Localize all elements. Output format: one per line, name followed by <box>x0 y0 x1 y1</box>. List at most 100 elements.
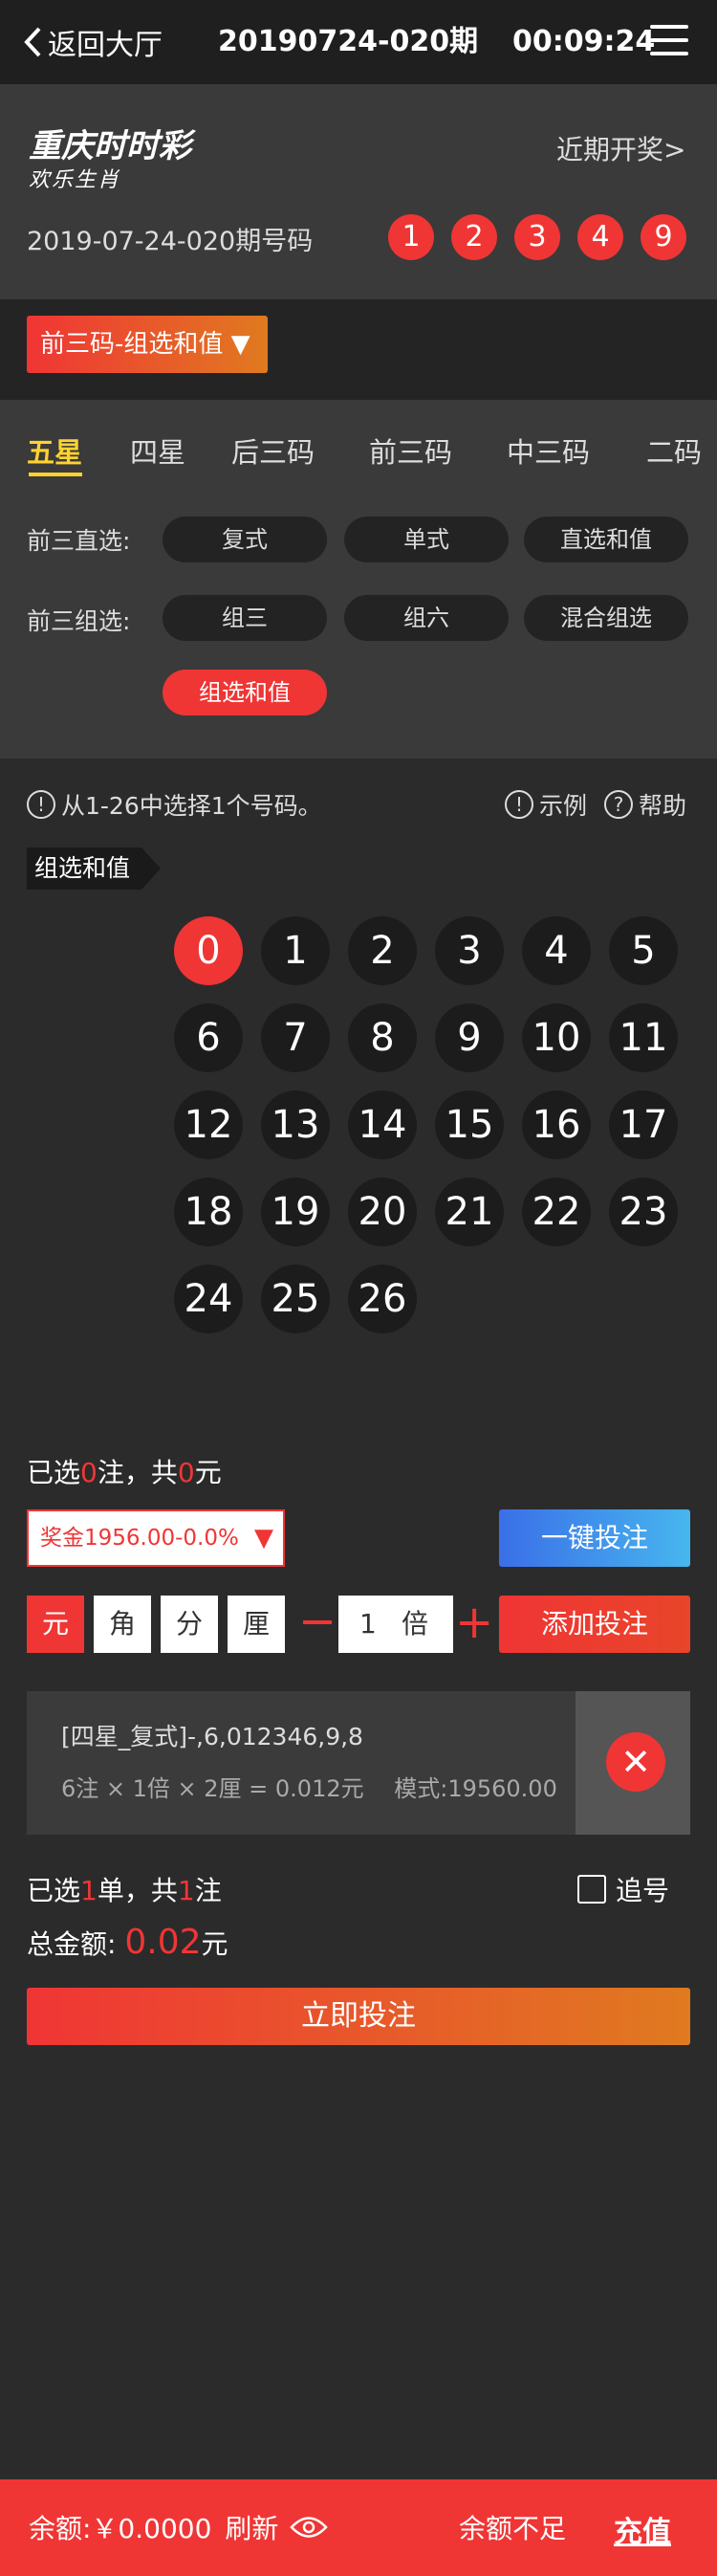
section-tag: 组选和值 <box>27 848 162 890</box>
draw-ball: 3 <box>514 214 560 260</box>
total-label: 总金额: <box>27 1928 117 1960</box>
number-ball-12[interactable]: 12 <box>174 1090 243 1159</box>
tab-two[interactable]: 二码 <box>646 430 702 471</box>
number-ball-18[interactable]: 18 <box>174 1178 243 1246</box>
number-ball-10[interactable]: 10 <box>522 1003 591 1072</box>
hint-text: 从1-26中选择1个号码。 <box>61 792 322 820</box>
insufficient-balance-text: 余额不足 <box>459 2513 567 2544</box>
number-ball-5[interactable]: 5 <box>609 916 678 985</box>
period-title: 20190724-020期 <box>218 25 479 58</box>
increase-multiplier-button[interactable]: + <box>455 1597 493 1651</box>
number-ball-2[interactable]: 2 <box>348 916 417 985</box>
total-amount: 总金额: 0.02元 <box>27 1923 228 1962</box>
summary-suffix: 元 <box>194 1457 222 1488</box>
option-danshi[interactable]: 单式 <box>344 517 509 562</box>
balance-display: 余额:￥0.0000 刷新 <box>29 2508 329 2546</box>
submit-bet-button[interactable]: 立即投注 <box>27 1988 690 2045</box>
draw-ball: 2 <box>451 214 497 260</box>
option-fushi[interactable]: 复式 <box>163 517 327 562</box>
bet-detail: 6注 × 1倍 × 2厘 = 0.012元 模式:19560.00 <box>61 1775 557 1802</box>
tab-four-star[interactable]: 四星 <box>130 430 185 471</box>
number-ball-13[interactable]: 13 <box>261 1090 330 1159</box>
number-ball-9[interactable]: 9 <box>435 1003 504 1072</box>
number-ball-14[interactable]: 14 <box>348 1090 417 1159</box>
number-ball-15[interactable]: 15 <box>435 1090 504 1159</box>
quick-bet-button[interactable]: 一键投注 <box>499 1509 690 1567</box>
draw-ball: 1 <box>388 214 434 260</box>
order-summary: 已选1单，共1注 <box>27 1870 222 1908</box>
number-ball-23[interactable]: 23 <box>609 1178 678 1246</box>
multiplier-input[interactable]: 1 倍 <box>338 1596 453 1653</box>
countdown-timer: 00:09:24 <box>512 25 656 58</box>
direct-row-label: 前三直选: <box>27 527 131 555</box>
number-ball-17[interactable]: 17 <box>609 1090 678 1159</box>
bet-content: [四星_复式]-,6,012346,9,8 <box>61 1723 363 1750</box>
multiplier-value: 1 <box>359 1608 377 1640</box>
number-ball-7[interactable]: 7 <box>261 1003 330 1072</box>
total-value: 0.02 <box>124 1923 202 1962</box>
tab-middle-three[interactable]: 中三码 <box>507 430 590 471</box>
chase-label: 追号 <box>616 1875 670 1906</box>
delete-bet-icon[interactable]: ✕ <box>606 1732 665 1792</box>
logo-main-text: 重庆时时彩 <box>29 127 191 165</box>
example-link[interactable]: ! 示例 <box>505 787 587 822</box>
number-ball-19[interactable]: 19 <box>261 1178 330 1246</box>
unit-fen[interactable]: 分 <box>161 1596 218 1653</box>
number-ball-26[interactable]: 26 <box>348 1265 417 1333</box>
prize-mode-select[interactable]: 奖金1956.00-0.0% ▼ <box>27 1509 285 1567</box>
number-ball-4[interactable]: 4 <box>522 916 591 985</box>
number-ball-6[interactable]: 6 <box>174 1003 243 1072</box>
option-group-six[interactable]: 组六 <box>344 595 509 641</box>
option-direct-sum[interactable]: 直选和值 <box>524 517 688 562</box>
chevron-left-icon <box>24 27 41 57</box>
number-ball-16[interactable]: 16 <box>522 1090 591 1159</box>
number-ball-22[interactable]: 22 <box>522 1178 591 1246</box>
number-ball-11[interactable]: 11 <box>609 1003 678 1072</box>
info-icon: ! <box>27 790 55 819</box>
multiplier-label: 倍 <box>402 1608 429 1640</box>
number-ball-1[interactable]: 1 <box>261 916 330 985</box>
selection-summary: 已选0注，共0元 <box>27 1452 222 1490</box>
recent-draws-link[interactable]: 近期开奖> <box>556 129 685 167</box>
selected-count: 0 <box>80 1457 98 1488</box>
tab-last-three[interactable]: 后三码 <box>231 430 315 471</box>
unit-yuan[interactable]: 元 <box>27 1596 84 1653</box>
refresh-button[interactable]: 刷新 <box>225 2508 278 2546</box>
recharge-link[interactable]: 充值 <box>614 2508 671 2550</box>
dropdown-arrow-icon: ▼ <box>254 1524 273 1552</box>
draw-number-label: 2019-07-24-020期号码 <box>27 227 314 256</box>
number-ball-0[interactable]: 0 <box>174 916 243 985</box>
number-ball-21[interactable]: 21 <box>435 1178 504 1246</box>
delete-area: ✕ <box>576 1691 690 1835</box>
number-ball-24[interactable]: 24 <box>174 1265 243 1333</box>
option-mixed-group[interactable]: 混合组选 <box>524 595 688 641</box>
total-unit: 元 <box>201 1928 228 1960</box>
help-link[interactable]: ? 帮助 <box>604 787 686 822</box>
tab-first-three[interactable]: 前三码 <box>369 430 452 471</box>
tab-five-star[interactable]: 五星 <box>27 430 82 471</box>
option-group-three[interactable]: 组三 <box>163 595 327 641</box>
option-group-sum[interactable]: 组选和值 <box>163 670 327 716</box>
chase-checkbox[interactable]: 追号 <box>577 1870 669 1908</box>
number-ball-25[interactable]: 25 <box>261 1265 330 1333</box>
footer-bar: 余额:￥0.0000 刷新 余额不足 充值 <box>0 2479 717 2576</box>
play-mode-dropdown[interactable]: 前三码-组选和值 ▼ <box>27 316 268 373</box>
add-bet-button[interactable]: 添加投注 <box>499 1596 690 1653</box>
lottery-logo: 重庆时时彩 欢乐生肖 <box>29 120 201 192</box>
decrease-multiplier-button[interactable]: − <box>298 1597 337 1651</box>
logo-sub-text: 欢乐生肖 <box>29 168 121 192</box>
order-mid: 单，共 <box>97 1875 178 1906</box>
number-ball-8[interactable]: 8 <box>348 1003 417 1072</box>
checkbox-icon <box>577 1875 606 1904</box>
menu-icon[interactable] <box>650 25 688 59</box>
back-button[interactable]: 返回大厅 <box>23 19 163 65</box>
bet-count: 1 <box>177 1875 195 1906</box>
play-type-panel <box>0 400 717 759</box>
eye-icon[interactable] <box>290 2515 329 2540</box>
summary-mid: 注，共 <box>97 1457 178 1488</box>
number-ball-20[interactable]: 20 <box>348 1178 417 1246</box>
unit-li[interactable]: 厘 <box>228 1596 285 1653</box>
order-suffix: 注 <box>194 1875 222 1906</box>
number-ball-3[interactable]: 3 <box>435 916 504 985</box>
unit-jiao[interactable]: 角 <box>94 1596 151 1653</box>
